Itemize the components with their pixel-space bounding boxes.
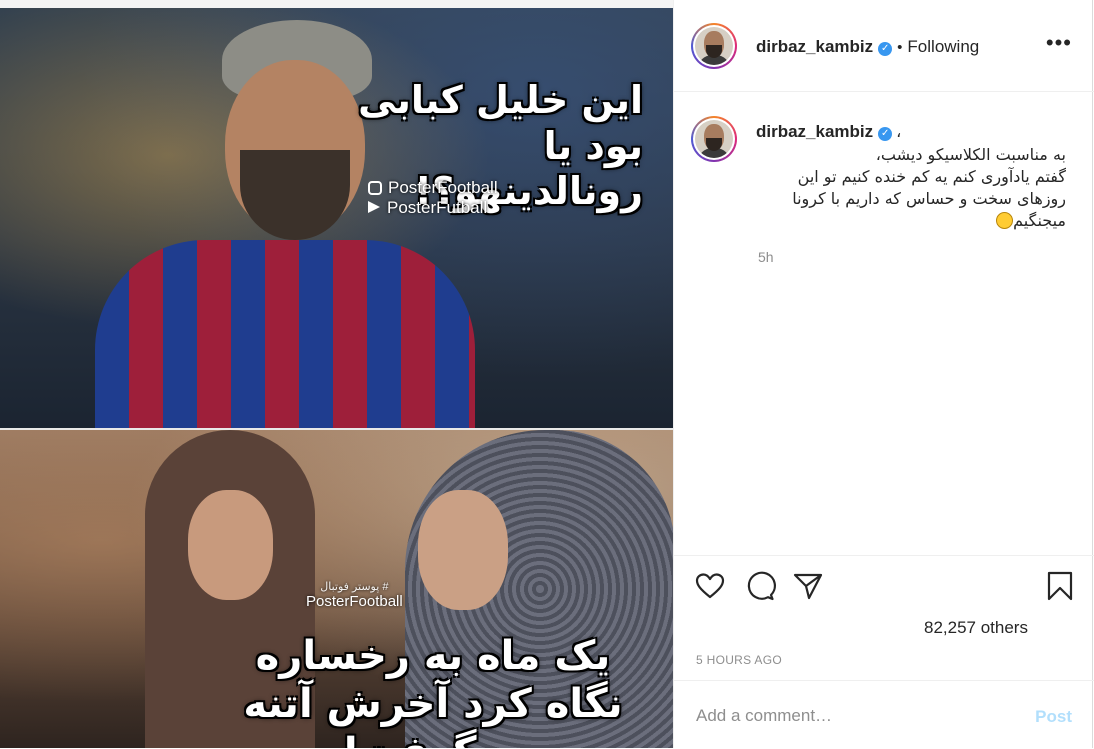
avatar-border	[693, 25, 735, 67]
image-top-edge	[0, 0, 673, 8]
avatar[interactable]	[691, 23, 737, 69]
instagram-handle: PosterFootball	[368, 178, 498, 198]
caption-line: گفتم یادآوری کنم یه کم خنده کنیم تو این	[797, 167, 1066, 186]
caption-line: به مناسبت الکلاسیکو دیشب،	[875, 145, 1066, 164]
more-icon[interactable]: •••	[1046, 30, 1072, 56]
verified-icon: ✓	[878, 42, 893, 56]
verified-icon: ✓	[878, 127, 893, 141]
woman-right-face	[418, 490, 508, 610]
woman-left-face	[188, 490, 273, 600]
add-comment-bar: Post	[674, 680, 1094, 749]
post-image[interactable]: این خلیل کبابی بود یا رونالدینهو؟! Poste…	[0, 0, 673, 748]
post-comment-button[interactable]: Post	[1035, 707, 1072, 727]
post-timestamp[interactable]: 5 HOURS AGO	[696, 653, 782, 667]
header-user: dirbaz_kambiz ✓ • Following	[756, 37, 979, 57]
following-button[interactable]: Following	[907, 37, 979, 56]
grin-emoji-icon	[996, 212, 1014, 229]
header-separator: •	[897, 39, 903, 56]
watermark-fa: # پوستر فوتبال	[320, 581, 389, 593]
caption-text: به مناسبت الکلاسیکو دیشب، گفتم یادآوری ک…	[756, 144, 1066, 232]
bookmark-icon[interactable]	[1044, 570, 1076, 602]
watermark-en: PosterFootball	[306, 593, 403, 610]
caption-avatar-image	[695, 120, 733, 158]
comment-input[interactable]	[694, 697, 1018, 735]
caption-line: روزهای سخت و حساس که داریم با کرونا	[792, 189, 1066, 208]
caption-line: میجنگیم	[1013, 211, 1066, 230]
telegram-handle: PosterFutball	[368, 198, 487, 218]
post-actions: 82,257 others 5 HOURS AGO	[674, 555, 1094, 676]
post-header: dirbaz_kambiz ✓ • Following •••	[674, 0, 1094, 92]
heart-icon[interactable]	[694, 570, 726, 602]
header-username[interactable]: dirbaz_kambiz	[756, 37, 873, 56]
instagram-icon	[368, 181, 382, 195]
caption-username[interactable]: dirbaz_kambiz	[756, 122, 873, 141]
telegram-handle-text: PosterFutball	[387, 198, 488, 217]
share-icon[interactable]	[792, 570, 824, 602]
player-jersey	[95, 240, 475, 430]
post-side-panel: dirbaz_kambiz ✓ • Following ••• dirbaz_kamb…	[673, 0, 1094, 749]
caption-punctuation: ،	[896, 124, 902, 141]
caption-age[interactable]: 5h	[758, 249, 774, 265]
image-watermark: # پوستر فوتبال PosterFootball	[306, 580, 403, 610]
instagram-handle-text: PosterFootball	[388, 178, 498, 197]
likes-count[interactable]: 82,257 others	[924, 618, 1028, 638]
comment-icon[interactable]	[744, 570, 776, 602]
telegram-icon	[368, 201, 380, 213]
avatar-image	[695, 27, 733, 65]
caption-avatar[interactable]	[691, 116, 737, 162]
caption-user: dirbaz_kambiz ✓ ،	[756, 122, 901, 142]
caption-line-last: میجنگیم	[756, 210, 1066, 232]
caption-avatar-border	[693, 118, 735, 160]
meme-caption-bottom: یک ماه به رخساره نگاه کرد آخرش آتنه روگر…	[243, 633, 623, 748]
